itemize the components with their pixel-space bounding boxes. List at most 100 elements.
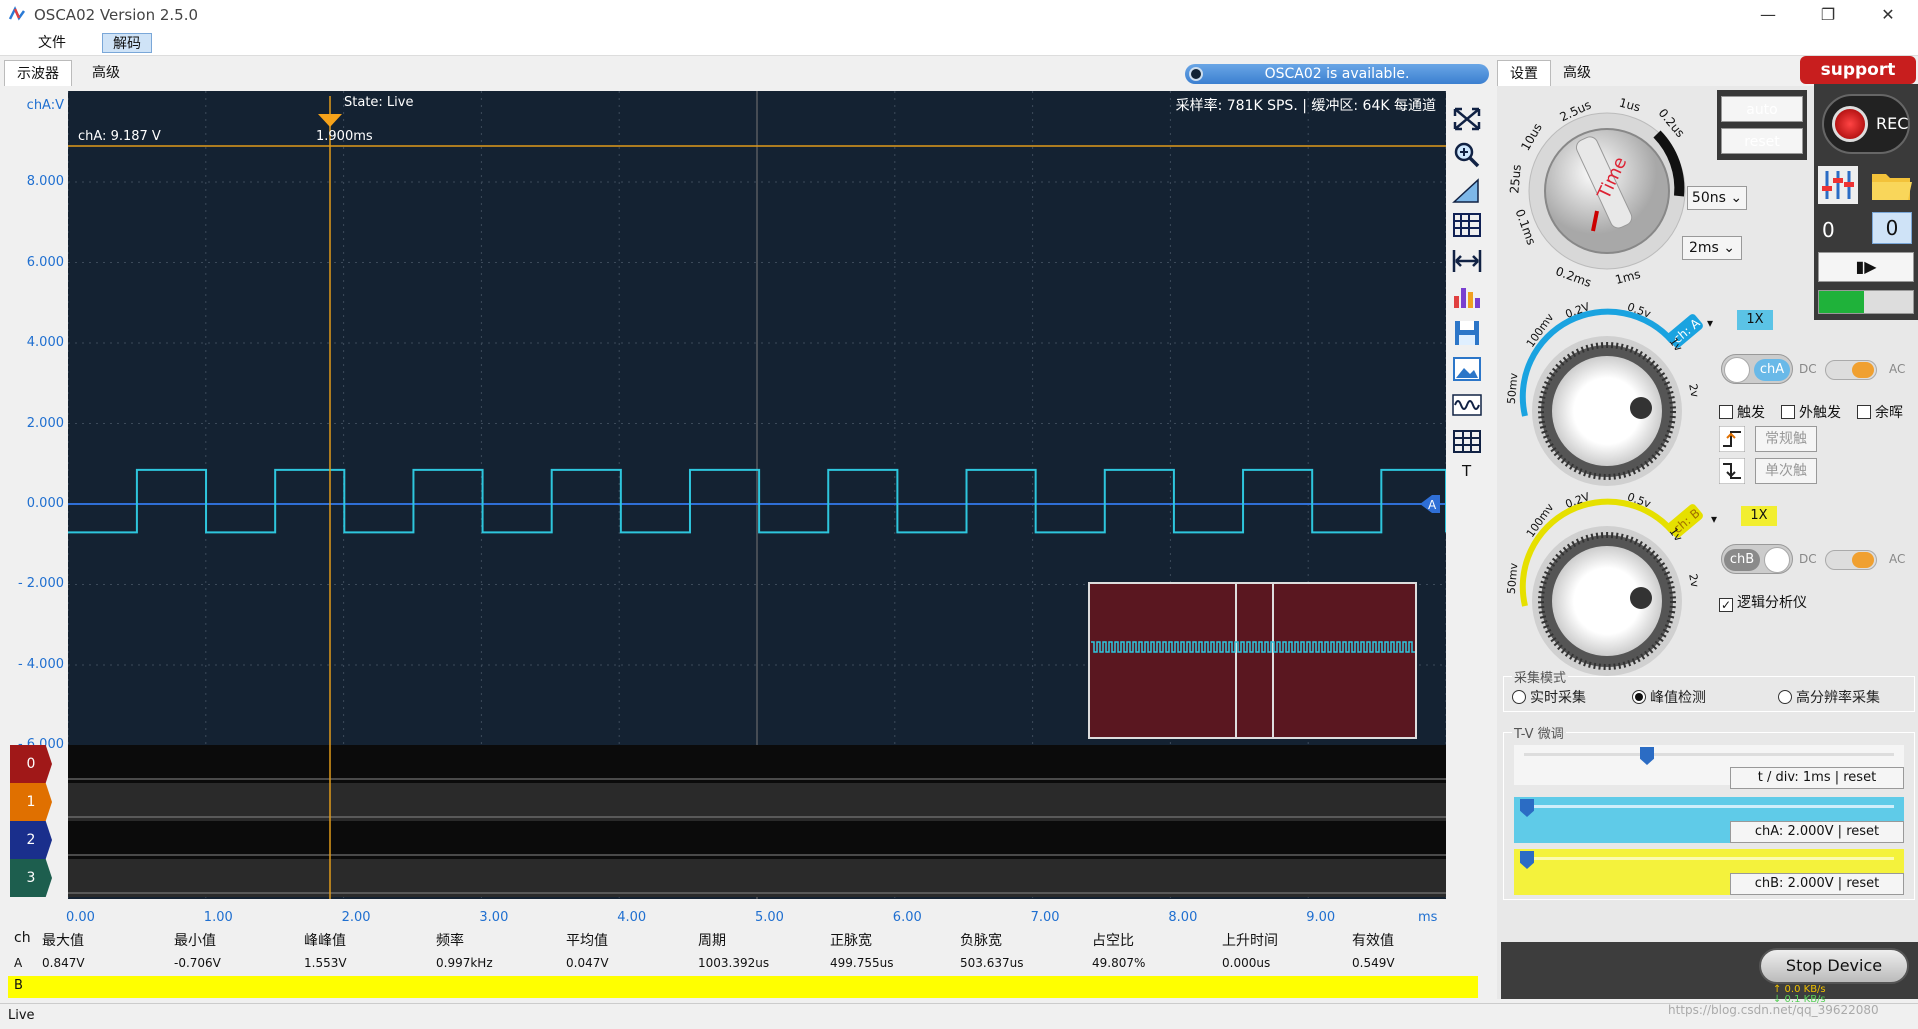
chb-tick-50mv: 50mv — [1504, 562, 1521, 595]
chb-volt-knob[interactable]: ch: B — [1497, 486, 1717, 686]
peak-detect-radio[interactable]: 峰值检测 — [1632, 687, 1706, 707]
logic-channel-0[interactable]: 0 — [10, 745, 52, 783]
trigger-checkbox[interactable]: 触发 — [1719, 402, 1765, 422]
maximize-button[interactable]: ❐ — [1805, 0, 1851, 30]
logic-analyzer-label: 逻辑分析仪 — [1737, 595, 1807, 611]
time-finetune-slider[interactable] — [1640, 747, 1654, 765]
chb-volt-reset-button[interactable]: chB: 2.000V | reset — [1730, 873, 1904, 895]
persistence-label: 余晖 — [1875, 405, 1903, 421]
normal-trigger-button[interactable]: 常规触 — [1755, 426, 1817, 452]
logic-channel-1[interactable]: 1 — [10, 783, 52, 821]
single-trigger-button[interactable]: 单次触 — [1755, 458, 1817, 484]
text-tool-icon[interactable]: T — [1462, 462, 1471, 480]
waveform-view-icon[interactable] — [1450, 390, 1484, 420]
chb-toggle-label: chB — [1724, 549, 1760, 571]
chb-gain-dropdown-icon[interactable]: ▾ — [1711, 512, 1717, 526]
tool-strip: T — [1450, 100, 1486, 480]
menu-decode[interactable]: 解码 — [102, 33, 152, 53]
stop-device-button[interactable]: Stop Device — [1759, 948, 1909, 984]
cha-gain[interactable]: 1X — [1737, 310, 1773, 330]
chb-finetune-slider[interactable] — [1520, 851, 1534, 869]
menu-file[interactable]: 文件 — [28, 33, 76, 53]
table-view-icon[interactable] — [1450, 426, 1484, 456]
availability-banner: OSCA02 is available. — [1185, 64, 1489, 84]
chb-gain[interactable]: 1X — [1741, 506, 1777, 526]
chb-ac-label: AC — [1889, 552, 1906, 566]
time-cursor-readout: 1.900ms — [316, 129, 373, 144]
buffer-progress — [1818, 290, 1914, 314]
logic-analyzer-checkbox[interactable]: ✓ 逻辑分析仪 — [1719, 592, 1807, 612]
chb-coupling-switch[interactable] — [1825, 550, 1877, 570]
tab-advanced-left[interactable]: 高级 — [80, 60, 132, 86]
chb-finetune-track — [1524, 857, 1894, 860]
minimize-button[interactable]: — — [1745, 0, 1791, 30]
cha-tick-2v: 2v — [1686, 382, 1702, 399]
stats-header: 上升时间 — [1222, 933, 1278, 949]
logic-channel-2[interactable]: 2 — [10, 821, 52, 859]
ext-trigger-checkbox[interactable]: 外触发 — [1781, 402, 1841, 422]
play-step-button[interactable]: ▮▶ — [1818, 252, 1914, 282]
cha-enable-toggle[interactable]: chA — [1721, 354, 1793, 384]
cha-volt-knob[interactable]: ch: A — [1497, 296, 1717, 496]
stats-header: 平均值 — [566, 933, 608, 949]
tab-oscilloscope[interactable]: 示波器 — [4, 60, 72, 86]
fit-view-icon[interactable] — [1450, 104, 1484, 134]
scope-svg: A — [67, 91, 1447, 899]
scope-display[interactable]: A State: Live 采样率: 781K SPS. | 缓冲区: 64K … — [67, 91, 1447, 899]
logic-lane — [68, 783, 1446, 821]
x-tick-label: 0.00 — [66, 910, 95, 925]
tab-advanced-right[interactable]: 高级 — [1551, 60, 1603, 86]
support-button[interactable]: support — [1800, 56, 1916, 84]
counter-right-value: 0 — [1885, 216, 1899, 240]
reset-button[interactable]: reset — [1721, 128, 1803, 154]
rec-button[interactable]: REC — [1822, 94, 1910, 154]
cha-offset-marker-label: A — [1428, 498, 1437, 512]
save-icon[interactable] — [1450, 318, 1484, 348]
logic-lanes — [68, 745, 1446, 897]
time-div-reset-button[interactable]: t / div: 1ms | reset — [1730, 767, 1904, 789]
chb-enable-toggle[interactable]: chB — [1721, 544, 1793, 574]
ruler-icon[interactable] — [1450, 176, 1484, 206]
open-folder-icon[interactable] — [1870, 166, 1914, 204]
app-logo-icon — [8, 6, 26, 21]
stats-header: ch — [14, 930, 31, 946]
tab-settings[interactable]: 设置 — [1497, 60, 1551, 86]
image-export-icon[interactable] — [1450, 354, 1484, 384]
mixer-settings-icon[interactable] — [1818, 166, 1858, 204]
x-tick-label: 4.00 — [617, 910, 647, 925]
cha-coupling-switch[interactable] — [1825, 360, 1877, 380]
auto-button[interactable]: auto — [1721, 96, 1803, 122]
ext-trigger-checkbox-box — [1781, 405, 1795, 419]
spectrum-icon[interactable] — [1450, 282, 1484, 312]
counter-input[interactable]: 0 — [1872, 212, 1912, 244]
rising-edge-icon[interactable] — [1719, 426, 1745, 452]
hires-radio[interactable]: 高分辨率采集 — [1778, 687, 1880, 707]
stats-row-a-cell: 503.637us — [960, 956, 1024, 970]
cha-toggle-label: chA — [1754, 359, 1790, 381]
menu-bar: 文件 解码 — [0, 30, 1918, 56]
y-tick-label: 8.000 — [26, 174, 64, 190]
y-tick-label: 0.000 — [26, 496, 64, 511]
time-knob[interactable]: Time — [1497, 86, 1717, 296]
x-tick-label: 6.00 — [892, 910, 922, 925]
cha-gain-dropdown-icon[interactable]: ▾ — [1707, 316, 1713, 330]
persistence-checkbox[interactable]: 余晖 — [1857, 402, 1903, 422]
falling-edge-icon[interactable] — [1719, 458, 1745, 484]
stats-row-a-cell: A — [14, 956, 23, 970]
y-tick-label: 2.000 — [26, 415, 64, 431]
time-fast-select[interactable]: 50ns ⌄ — [1687, 186, 1747, 210]
realtime-radio[interactable]: 实时采集 — [1512, 687, 1586, 707]
logic-lane — [68, 745, 1446, 783]
cha-volt-reset-button[interactable]: chA: 2.000V | reset — [1730, 821, 1904, 843]
persistence-checkbox-box — [1857, 405, 1871, 419]
cha-tick-50mv: 50mv — [1504, 372, 1521, 405]
cha-toggle-knob — [1724, 357, 1750, 383]
close-button[interactable]: ✕ — [1865, 0, 1911, 30]
measure-span-icon[interactable] — [1450, 246, 1484, 276]
logic-channel-3[interactable]: 3 — [10, 859, 52, 897]
grid-icon[interactable] — [1450, 210, 1484, 240]
zoom-icon[interactable] — [1450, 140, 1484, 170]
ext-trigger-label: 外触发 — [1799, 405, 1841, 421]
cha-finetune-slider[interactable] — [1520, 799, 1534, 817]
time-slow-select[interactable]: 2ms ⌄ — [1682, 236, 1742, 260]
